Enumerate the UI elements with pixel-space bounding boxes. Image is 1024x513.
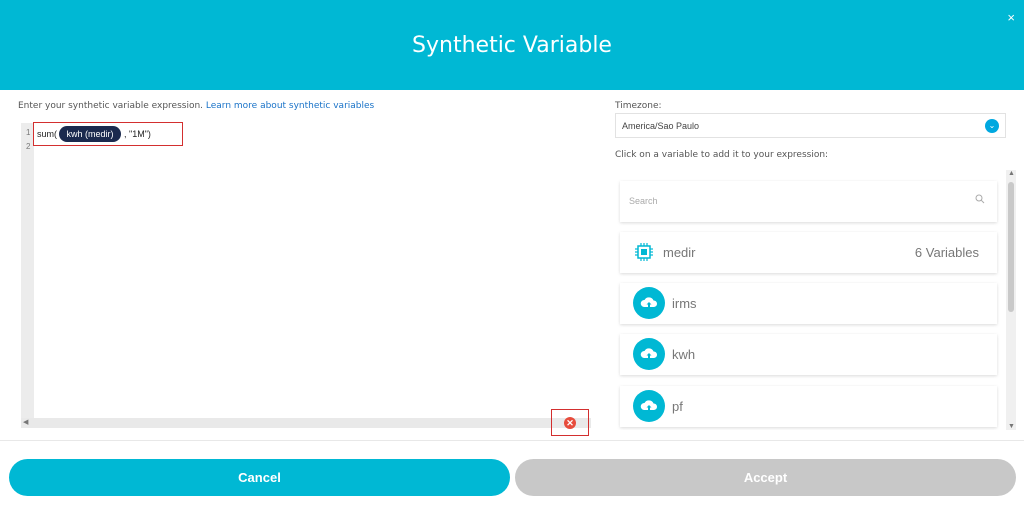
- intro-text: Enter your synthetic variable expression…: [18, 101, 374, 111]
- expression-highlight: sum( kwh (medir) , "1M"): [33, 122, 183, 146]
- search-icon[interactable]: [975, 194, 985, 204]
- horizontal-scrollbar[interactable]: ◀: [21, 418, 591, 428]
- timezone-label: Timezone:: [615, 101, 662, 111]
- expression-textarea[interactable]: [34, 123, 591, 418]
- cancel-button[interactable]: Cancel: [9, 459, 510, 496]
- scroll-up-icon[interactable]: ▲: [1008, 170, 1015, 177]
- expression-editor[interactable]: 1 2 ◀: [21, 123, 591, 428]
- footer-divider: [0, 440, 1024, 441]
- line-number: 1: [26, 128, 31, 137]
- variable-name: pf: [672, 399, 683, 414]
- chevron-down-icon[interactable]: ⌄: [985, 119, 999, 133]
- timezone-select[interactable]: America/Sao Paulo ⌄: [615, 113, 1006, 138]
- search-box[interactable]: Search: [620, 181, 997, 222]
- chip-icon: [635, 243, 653, 261]
- dialog-title: Synthetic Variable: [412, 33, 612, 58]
- intro-label: Enter your synthetic variable expression…: [18, 101, 206, 111]
- variable-list: Search medir 6 Variables irms kwh pf: [615, 170, 1016, 430]
- timezone-value: America/Sao Paulo: [622, 121, 700, 131]
- error-icon[interactable]: ✕: [564, 417, 576, 429]
- expression-function: sum(: [37, 129, 57, 139]
- learn-more-link[interactable]: Learn more about synthetic variables: [206, 101, 374, 111]
- error-highlight: ✕: [551, 409, 589, 436]
- search-input[interactable]: Search: [629, 196, 658, 206]
- cloud-upload-icon: [633, 338, 665, 370]
- dialog-header: Synthetic Variable ×: [0, 0, 1024, 90]
- variable-item-pf[interactable]: pf: [620, 386, 997, 427]
- vertical-scrollbar[interactable]: ▲ ▼: [1006, 170, 1016, 430]
- variable-item-kwh[interactable]: kwh: [620, 334, 997, 375]
- scrollbar-thumb[interactable]: [1008, 182, 1014, 312]
- line-number: 2: [26, 142, 31, 151]
- expression-args: , "1M"): [124, 129, 151, 139]
- device-item-medir[interactable]: medir 6 Variables: [620, 232, 997, 273]
- accept-button[interactable]: Accept: [515, 459, 1016, 496]
- close-icon[interactable]: ×: [1007, 10, 1015, 25]
- variable-count: 6 Variables: [914, 245, 979, 260]
- cloud-upload-icon: [633, 287, 665, 319]
- scroll-down-icon[interactable]: ▼: [1008, 423, 1015, 430]
- line-gutter: 1 2: [21, 123, 34, 418]
- device-name: medir: [663, 245, 696, 260]
- scroll-left-icon[interactable]: ◀: [23, 418, 28, 426]
- variable-name: kwh: [672, 347, 696, 362]
- variable-pill[interactable]: kwh (medir): [59, 126, 121, 142]
- variable-name: irms: [672, 296, 697, 311]
- variable-hint: Click on a variable to add it to your ex…: [615, 150, 829, 160]
- variable-item-irms[interactable]: irms: [620, 283, 997, 324]
- cloud-upload-icon: [633, 390, 665, 422]
